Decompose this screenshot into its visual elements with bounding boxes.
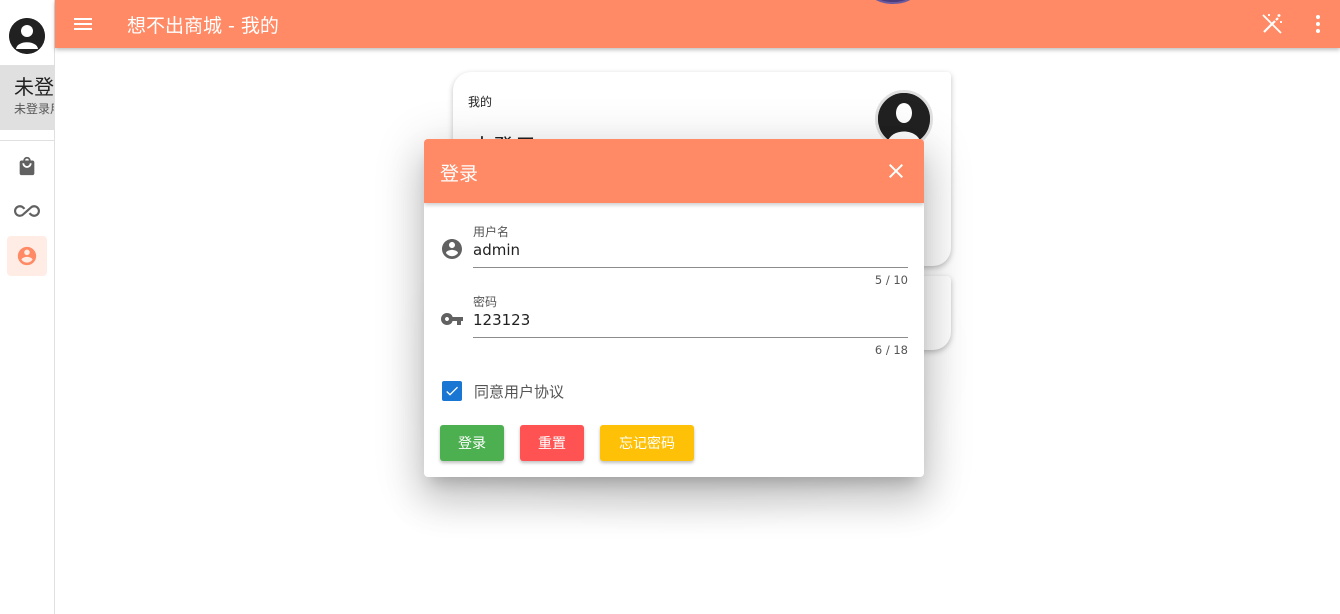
forgot-password-button[interactable]: 忘记密码 xyxy=(600,425,694,461)
username-counter: 5 / 10 xyxy=(874,273,908,287)
key-icon xyxy=(441,313,463,325)
profile-card-label: 我的 xyxy=(468,95,493,109)
magic-wand-off-icon[interactable] xyxy=(1260,12,1284,36)
rail-divider xyxy=(0,140,54,141)
rail-item-infinity[interactable] xyxy=(7,191,47,231)
account-circle-icon xyxy=(17,246,37,266)
close-icon[interactable] xyxy=(884,159,908,183)
rail-user-name: 未登录 xyxy=(14,75,54,99)
password-underline xyxy=(473,337,908,338)
navigation-rail: 未登录 未登录用户 xyxy=(0,0,55,614)
password-input[interactable] xyxy=(473,308,908,332)
login-dialog: 登录 用户名 5 / 10 密码 6 / 18 同意用户协议 登录 重置 忘记密… xyxy=(424,139,924,477)
username-underline xyxy=(473,267,908,268)
rail-item-shop[interactable] xyxy=(7,146,47,186)
password-counter: 6 / 18 xyxy=(874,343,908,357)
more-vert-icon[interactable] xyxy=(1306,12,1330,36)
app-bar: 想不出商城 - 我的 xyxy=(55,0,1340,48)
rail-user-subtitle: 未登录用户 xyxy=(14,102,54,116)
account-circle-icon xyxy=(442,239,462,259)
floating-avatar-edge xyxy=(870,0,916,4)
app-title: 想不出商城 - 我的 xyxy=(127,15,279,37)
agree-terms-checkbox[interactable]: 同意用户协议 xyxy=(440,379,564,403)
login-button[interactable]: 登录 xyxy=(440,425,504,461)
login-dialog-header: 登录 xyxy=(424,139,924,203)
reset-button[interactable]: 重置 xyxy=(520,425,584,461)
rail-user-info[interactable]: 未登录 未登录用户 xyxy=(0,65,54,130)
shopping-bag-icon xyxy=(19,156,35,176)
infinity-icon xyxy=(14,205,40,217)
login-dialog-title: 登录 xyxy=(440,163,479,185)
rail-item-account[interactable] xyxy=(7,236,47,276)
agree-terms-label: 同意用户协议 xyxy=(474,382,565,401)
username-input[interactable] xyxy=(473,238,908,262)
checkbox-checked-icon xyxy=(442,381,462,401)
user-avatar-icon[interactable] xyxy=(9,18,45,54)
menu-icon[interactable] xyxy=(71,12,95,36)
